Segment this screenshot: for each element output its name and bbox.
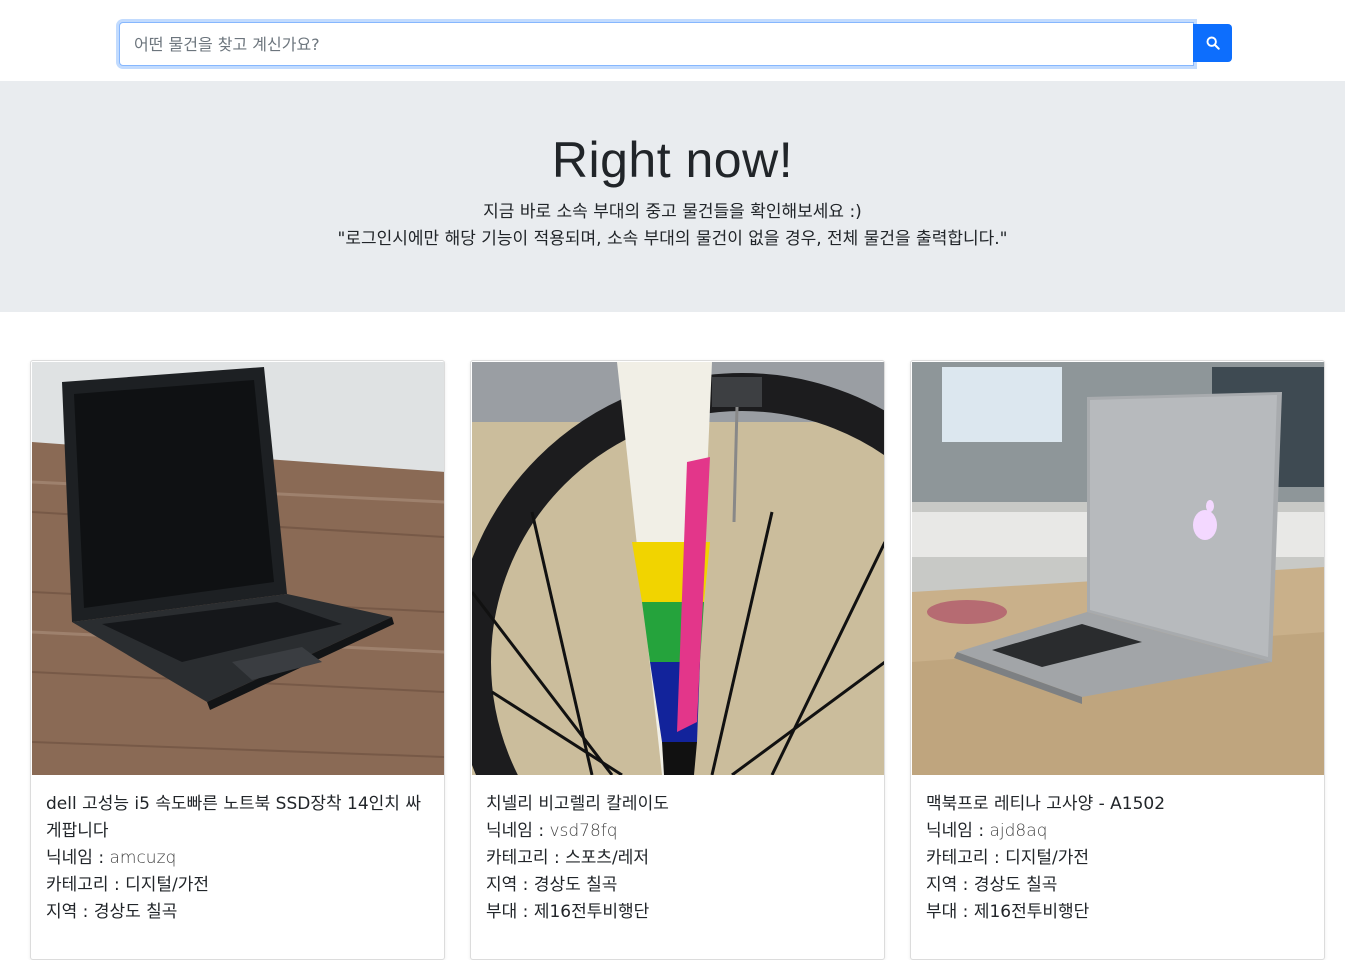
product-image[interactable] bbox=[32, 362, 444, 775]
product-info: 치넬리 비고렐리 칼레이도 닉네임 : vsd78fq 카테고리 : 스포츠/레… bbox=[486, 791, 869, 926]
product-title[interactable]: 맥북프로 레티나 고사양 - A1502 bbox=[926, 791, 1309, 818]
product-card[interactable]: 맥북프로 레티나 고사양 - A1502 닉네임 : ajd8aq 카테고리 :… bbox=[910, 360, 1325, 960]
product-region: 지역 : 경상도 칠곡 bbox=[486, 875, 618, 895]
search-icon bbox=[1206, 36, 1220, 50]
search-button[interactable] bbox=[1193, 24, 1232, 62]
product-nickname: 닉네임 : ajd8aq bbox=[926, 821, 1048, 841]
top-search-bar bbox=[0, 0, 1345, 81]
hero-notice: "로그인시에만 해당 기능이 적용되며, 소속 부대의 물건이 없을 경우, 전… bbox=[337, 229, 1008, 249]
product-region: 지역 : 경상도 칠곡 bbox=[926, 875, 1058, 895]
product-nickname: 닉네임 : amcuzq bbox=[46, 848, 177, 868]
product-info: 맥북프로 레티나 고사양 - A1502 닉네임 : ajd8aq 카테고리 :… bbox=[926, 791, 1309, 926]
product-region: 지역 : 경상도 칠곡 bbox=[46, 902, 178, 922]
product-category: 카테고리 : 스포츠/레저 bbox=[486, 848, 650, 868]
product-unit: 부대 : 제16전투비행단 bbox=[926, 902, 1090, 922]
product-card[interactable]: dell 고성능 i5 속도빠른 노트북 SSD장착 14인치 싸게팝니다 닉네… bbox=[30, 360, 445, 960]
hero-subtitle: 지금 바로 소속 부대의 중고 물건들을 확인해보세요 :) bbox=[483, 202, 862, 222]
product-info: dell 고성능 i5 속도빠른 노트북 SSD장착 14인치 싸게팝니다 닉네… bbox=[46, 791, 429, 926]
product-image[interactable] bbox=[472, 362, 884, 775]
product-title[interactable]: dell 고성능 i5 속도빠른 노트북 SSD장착 14인치 싸게팝니다 bbox=[46, 791, 429, 845]
product-nickname: 닉네임 : vsd78fq bbox=[486, 821, 618, 841]
product-category: 카테고리 : 디지털/가전 bbox=[46, 875, 210, 895]
product-card[interactable]: 치넬리 비고렐리 칼레이도 닉네임 : vsd78fq 카테고리 : 스포츠/레… bbox=[470, 360, 885, 960]
product-category: 카테고리 : 디지털/가전 bbox=[926, 848, 1090, 868]
search-input[interactable] bbox=[119, 22, 1194, 66]
hero-banner: Right now! 지금 바로 소속 부대의 중고 물건들을 확인해보세요 :… bbox=[0, 81, 1345, 312]
hero-title: Right now! bbox=[551, 132, 794, 188]
product-title[interactable]: 치넬리 비고렐리 칼레이도 bbox=[486, 791, 869, 818]
product-image[interactable] bbox=[912, 362, 1324, 775]
product-unit: 부대 : 제16전투비행단 bbox=[486, 902, 650, 922]
